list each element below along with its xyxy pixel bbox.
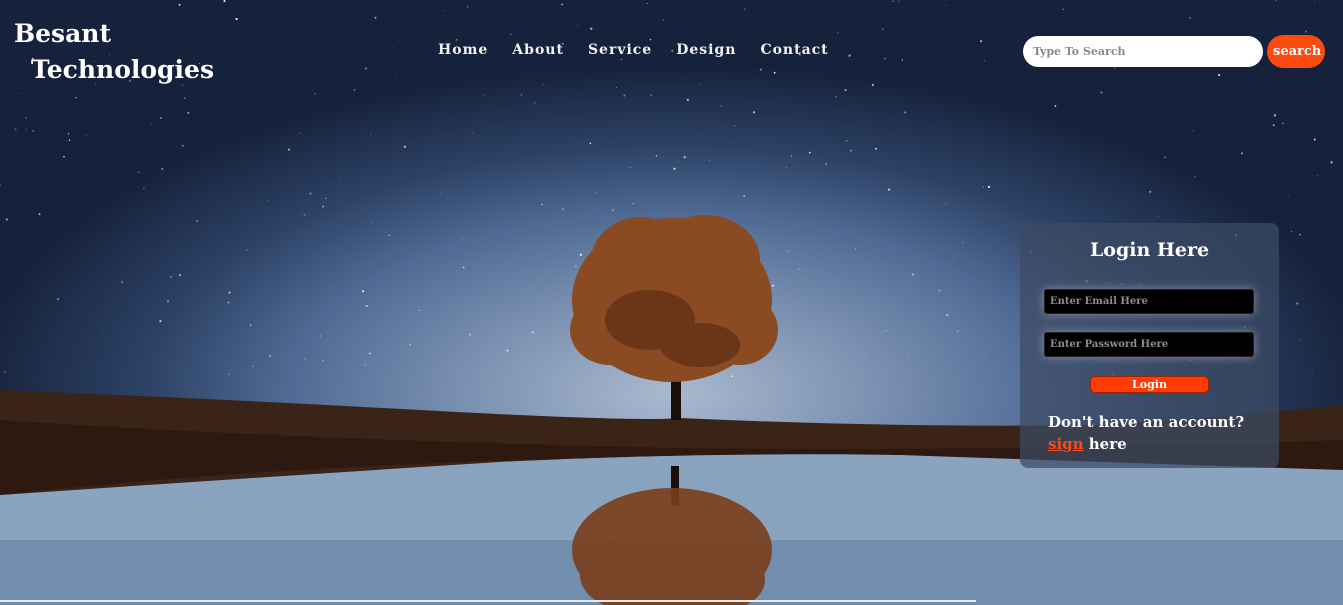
here-text: here — [1088, 435, 1127, 453]
nav-design[interactable]: Design — [676, 42, 736, 58]
main-nav: Home About Service Design Contact — [438, 42, 853, 58]
search-button[interactable]: search — [1267, 35, 1325, 68]
password-field[interactable] — [1044, 332, 1254, 357]
login-card: Login Here Login Don't have an account? … — [1020, 223, 1279, 468]
no-account-text: Don't have an account? — [1048, 413, 1245, 431]
nav-about[interactable]: About — [512, 42, 564, 58]
brand-line-1: Besant — [14, 19, 112, 48]
search-input[interactable] — [1023, 36, 1263, 67]
login-title: Login Here — [1089, 239, 1210, 261]
nav-service[interactable]: Service — [588, 42, 652, 58]
nav-contact[interactable]: Contact — [760, 42, 828, 58]
brand-line-2: Technologies — [31, 55, 215, 84]
email-field[interactable] — [1044, 289, 1254, 314]
signup-prompt: Don't have an account? sign here — [1048, 411, 1268, 455]
login-button[interactable]: Login — [1090, 376, 1209, 393]
nav-home[interactable]: Home — [438, 42, 488, 58]
sign-link[interactable]: sign — [1048, 435, 1084, 453]
bottom-divider — [0, 600, 976, 602]
brand-logo[interactable]: Besant Technologies — [14, 16, 234, 88]
